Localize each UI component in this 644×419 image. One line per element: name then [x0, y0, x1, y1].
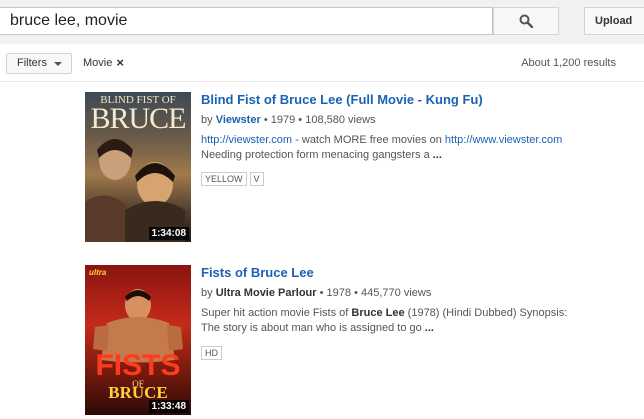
- active-filter-chip: Movie ×: [83, 56, 124, 69]
- upload-button[interactable]: Upload: [584, 7, 644, 35]
- description-text: The story is about man who is assigned t…: [201, 322, 422, 334]
- thumbnail-logo: ultra: [89, 268, 107, 277]
- description-highlight: Bruce Lee: [351, 307, 405, 319]
- channel-link[interactable]: Viewster: [216, 114, 261, 126]
- active-filter-label: Movie: [83, 57, 113, 69]
- video-meta: by Viewster • 1979 • 108,580 views: [201, 114, 376, 127]
- results-panel: Filters Movie × About 1,200 results BLIND…: [0, 44, 644, 419]
- badge: HD: [201, 346, 222, 360]
- by-label: by: [201, 287, 213, 299]
- result-item: ultra FISTS OF BRUCE 1:33:48 Fists of Br…: [85, 265, 625, 415]
- caret-down-icon: [54, 62, 62, 66]
- search-button[interactable]: [493, 7, 559, 35]
- view-count: 445,770 views: [361, 287, 432, 299]
- view-count: 108,580 views: [305, 114, 376, 126]
- badge-row: YELLOW V: [201, 172, 264, 186]
- search-input[interactable]: bruce lee, movie: [0, 7, 493, 35]
- filters-button[interactable]: Filters: [6, 53, 72, 74]
- badge: V: [249, 172, 264, 186]
- description-ellipsis: ...: [432, 149, 442, 161]
- video-thumbnail[interactable]: BLIND FIST OF BRUCE 1:34:08: [85, 92, 191, 242]
- description-text: - watch MORE free movies on: [292, 134, 445, 146]
- thumbnail-title-main: FISTS: [95, 349, 181, 382]
- badge: YELLOW: [201, 172, 247, 186]
- close-icon[interactable]: ×: [116, 56, 124, 69]
- result-count: About 1,200 results: [521, 57, 616, 69]
- meta-dot: •: [263, 114, 271, 126]
- video-description: Super hit action movie Fists of Bruce Le…: [201, 306, 617, 336]
- description-link[interactable]: http://www.viewster.com: [445, 134, 562, 146]
- filter-bar: Filters Movie × About 1,200 results: [0, 44, 644, 82]
- meta-dot: •: [319, 287, 327, 299]
- description-link[interactable]: http://viewster.com: [201, 134, 292, 146]
- channel-link[interactable]: Ultra Movie Parlour: [216, 287, 317, 299]
- description-ellipsis: ...: [424, 322, 434, 334]
- video-year: 1978: [326, 287, 352, 299]
- video-title-link[interactable]: Fists of Bruce Lee: [201, 265, 314, 280]
- result-item: BLIND FIST OF BRUCE 1:34:08 Blind Fist o…: [85, 92, 625, 242]
- search-icon: [519, 14, 533, 28]
- video-description: http://viewster.com - watch MORE free mo…: [201, 133, 617, 163]
- video-year: 1979: [270, 114, 296, 126]
- thumbnail-title-main: BRUCE: [90, 102, 186, 135]
- video-duration: 1:34:08: [148, 227, 189, 240]
- meta-dot: •: [354, 287, 361, 299]
- masthead: bruce lee, movie Upload: [0, 0, 644, 44]
- video-meta: by Ultra Movie Parlour • 1978 • 445,770 …: [201, 287, 431, 300]
- video-thumbnail[interactable]: ultra FISTS OF BRUCE 1:33:48: [85, 265, 191, 415]
- by-label: by: [201, 114, 213, 126]
- description-text: Needing protection form menacing gangste…: [201, 149, 430, 161]
- description-text: (1978) (Hindi Dubbed) Synopsis:: [404, 307, 568, 319]
- video-title-link[interactable]: Blind Fist of Bruce Lee (Full Movie - Ku…: [201, 92, 483, 107]
- video-duration: 1:33:48: [148, 400, 189, 413]
- badge-row: HD: [201, 346, 222, 360]
- description-text: Super hit action movie Fists of: [201, 307, 352, 319]
- filters-button-label: Filters: [17, 57, 47, 69]
